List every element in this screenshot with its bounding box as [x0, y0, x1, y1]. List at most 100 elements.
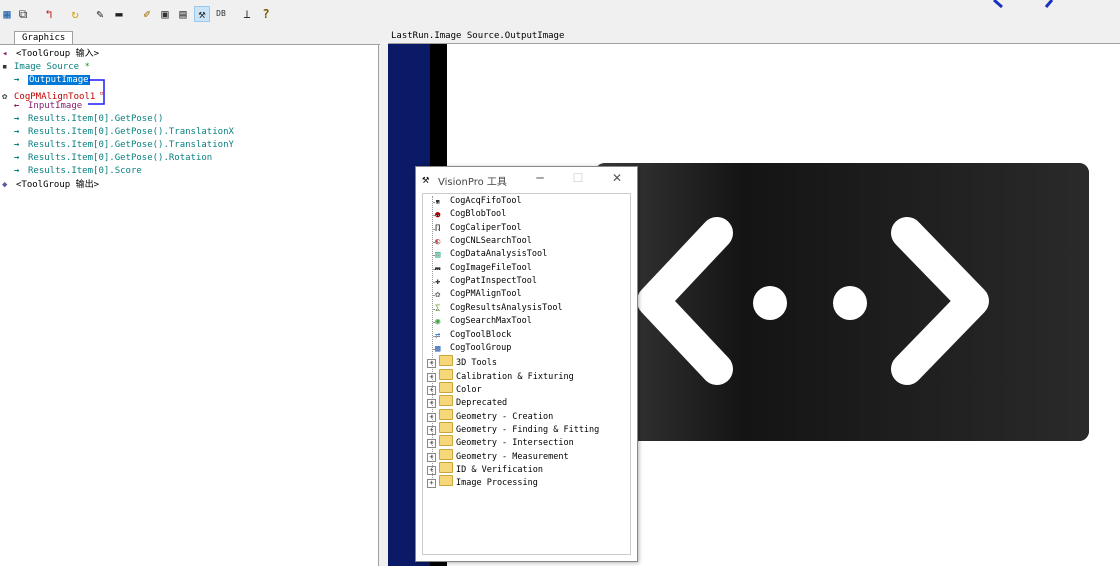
- left-tab-bar: Graphics: [0, 30, 380, 45]
- output-arrow-icon: →: [14, 127, 20, 137]
- tool-label: CogCaliperTool: [450, 222, 522, 233]
- logo-fragment: [993, 0, 1054, 9]
- tool-item[interactable]: Π CogCaliperTool: [435, 222, 522, 235]
- inspected-part: [595, 163, 1089, 441]
- tool-item[interactable]: ✿ CogPMAlignTool: [435, 288, 522, 301]
- tool-folder[interactable]: + ID & Verification: [427, 462, 543, 475]
- tool-folder[interactable]: + Deprecated: [427, 395, 507, 409]
- tool-item[interactable]: ▦ CogToolGroup: [435, 342, 511, 355]
- input-arrow-icon: ←: [14, 101, 20, 111]
- add-tool-icon[interactable]: ⧉: [16, 7, 30, 21]
- tree-guide-line: [433, 202, 439, 203]
- tree-item-result-score[interactable]: → Results.Item[0].Score: [14, 165, 142, 178]
- tool-folder[interactable]: + Geometry - Finding & Fitting: [427, 421, 600, 435]
- expand-icon[interactable]: +: [427, 466, 436, 475]
- tool-item[interactable]: ✚ CogPatInspectTool: [435, 275, 537, 288]
- tree-guide-line: [433, 335, 439, 337]
- input-arrow-icon: ◂: [2, 49, 8, 59]
- window-titlebar[interactable]: ⚒ VisionPro 工具 ─ ☐ ✕: [416, 167, 637, 192]
- folder-label: Geometry - Creation: [456, 411, 554, 422]
- tree-item-result-translationx[interactable]: → Results.Item[0].GetPose().TranslationX: [14, 126, 234, 139]
- folder-label: Geometry - Finding & Fitting: [456, 424, 600, 435]
- close-icon[interactable]: ✕: [609, 171, 625, 185]
- tool-label: CogAcqFifoTool: [450, 196, 522, 206]
- tool-label: CogSearchMaxTool: [450, 316, 532, 327]
- pmalign-icon: ✿: [2, 92, 8, 102]
- expand-icon[interactable]: +: [427, 425, 436, 435]
- tree-item-toolgroup-output[interactable]: ◆ <ToolGroup 输出>: [2, 179, 99, 192]
- folder-icon: [439, 462, 453, 473]
- tree-item-image-source[interactable]: ▪ Image Source *: [2, 61, 90, 74]
- tool-folder[interactable]: + Image Processing: [427, 475, 538, 489]
- tool-item[interactable]: ⇄ CogToolBlock: [435, 329, 511, 342]
- tool-item[interactable]: ▥ CogDataAnalysisTool: [435, 248, 547, 261]
- tool-folder[interactable]: + Geometry - Intersection: [427, 435, 574, 449]
- tool-folder[interactable]: + Calibration & Fixturing: [427, 368, 574, 382]
- tool-item[interactable]: Σ CogResultsAnalysisTool: [435, 302, 563, 315]
- tool-item[interactable]: ● CogBlobTool: [435, 208, 506, 221]
- tree-guide-line: [433, 282, 439, 284]
- tree-item-result-getpose[interactable]: → Results.Item[0].GetPose(): [14, 113, 163, 126]
- folder-label: 3D Tools: [456, 358, 497, 369]
- tool-label: CogCNLSearchTool: [450, 236, 532, 247]
- chart-icon[interactable]: ⊥: [240, 7, 254, 21]
- output-arrow-icon: →: [14, 166, 20, 176]
- tree-guide-line: [433, 348, 439, 350]
- expand-icon[interactable]: +: [427, 439, 436, 449]
- camera-icon: ▪: [2, 62, 8, 72]
- tool-label: CogImageFileTool: [450, 262, 532, 273]
- tree-item-input-image[interactable]: ← InputImage: [14, 100, 82, 113]
- folder-icon: [439, 475, 453, 487]
- tool-item[interactable]: ▬ CogImageFileTool: [435, 262, 532, 275]
- tool-label: CogToolGroup: [450, 342, 512, 353]
- record-icon[interactable]: ▬: [112, 7, 126, 21]
- maximize-icon[interactable]: ☐: [570, 171, 586, 185]
- edit-icon[interactable]: ✐: [140, 7, 154, 21]
- image-panel-icon[interactable]: ▤: [176, 7, 190, 21]
- output-arrow-icon: →: [14, 153, 20, 163]
- tool-item[interactable]: ▪ CogAcqFifoTool: [435, 195, 522, 208]
- dbs-icon[interactable]: DB: [214, 7, 228, 21]
- folder-label: Image Processing: [456, 478, 538, 489]
- window-title: VisionPro 工具: [438, 177, 507, 188]
- tree-guide-line: [433, 295, 439, 297]
- tree-guide-line: [433, 308, 439, 310]
- tool-label: CogPMAlignTool: [450, 289, 522, 300]
- tool-item[interactable]: ◐ CogCNLSearchTool: [435, 235, 532, 248]
- tree-item-output-image[interactable]: → OutputImage: [14, 74, 90, 87]
- tree-item-result-translationy[interactable]: → Results.Item[0].GetPose().TranslationY: [14, 139, 234, 152]
- tool-item[interactable]: ◉ CogSearchMaxTool: [435, 315, 532, 328]
- tool-label: CogBlobTool: [450, 209, 507, 220]
- tool-folder[interactable]: +3D Tools: [427, 355, 497, 369]
- expand-icon[interactable]: +: [427, 399, 436, 409]
- folder-icon: [439, 408, 453, 420]
- expand-icon[interactable]: +: [427, 372, 436, 382]
- tree-guide-line: [433, 268, 439, 270]
- tool-folder[interactable]: + Color: [427, 381, 482, 395]
- refresh-icon[interactable]: ↻: [68, 7, 82, 21]
- tab-graphics[interactable]: Graphics: [14, 31, 74, 44]
- tree-guide-line: [433, 215, 439, 217]
- tree-item-result-rotation[interactable]: → Results.Item[0].GetPose().Rotation: [14, 152, 212, 165]
- image-icon[interactable]: ▣: [158, 7, 172, 21]
- minimize-icon[interactable]: ─: [532, 171, 548, 185]
- tool-label: CogToolBlock: [450, 329, 512, 340]
- help-icon[interactable]: ?: [259, 7, 273, 21]
- folder-icon: [439, 435, 453, 447]
- pen-icon[interactable]: ✎: [93, 7, 107, 21]
- expand-icon[interactable]: +: [427, 385, 436, 395]
- tree-item-toolgroup-input[interactable]: ◂ <ToolGroup 输入>: [2, 48, 99, 61]
- tool-folder[interactable]: + Geometry - Creation: [427, 408, 554, 422]
- tree-guide-line: [433, 242, 439, 244]
- image-grid-icon[interactable]: ▦: [0, 7, 14, 21]
- tree-guide-line: [433, 228, 439, 230]
- tool-folder[interactable]: + Geometry - Measurement: [427, 448, 569, 462]
- expand-icon[interactable]: +: [427, 479, 436, 489]
- folder-label: ID & Verification: [456, 465, 543, 475]
- expand-icon[interactable]: +: [427, 412, 436, 422]
- expand-icon[interactable]: +: [427, 359, 436, 369]
- back-arrow-icon[interactable]: ↰: [42, 7, 56, 21]
- tools-icon[interactable]: ⚒: [194, 6, 210, 22]
- modified-asterisk: *: [79, 62, 90, 72]
- expand-icon[interactable]: +: [427, 452, 436, 462]
